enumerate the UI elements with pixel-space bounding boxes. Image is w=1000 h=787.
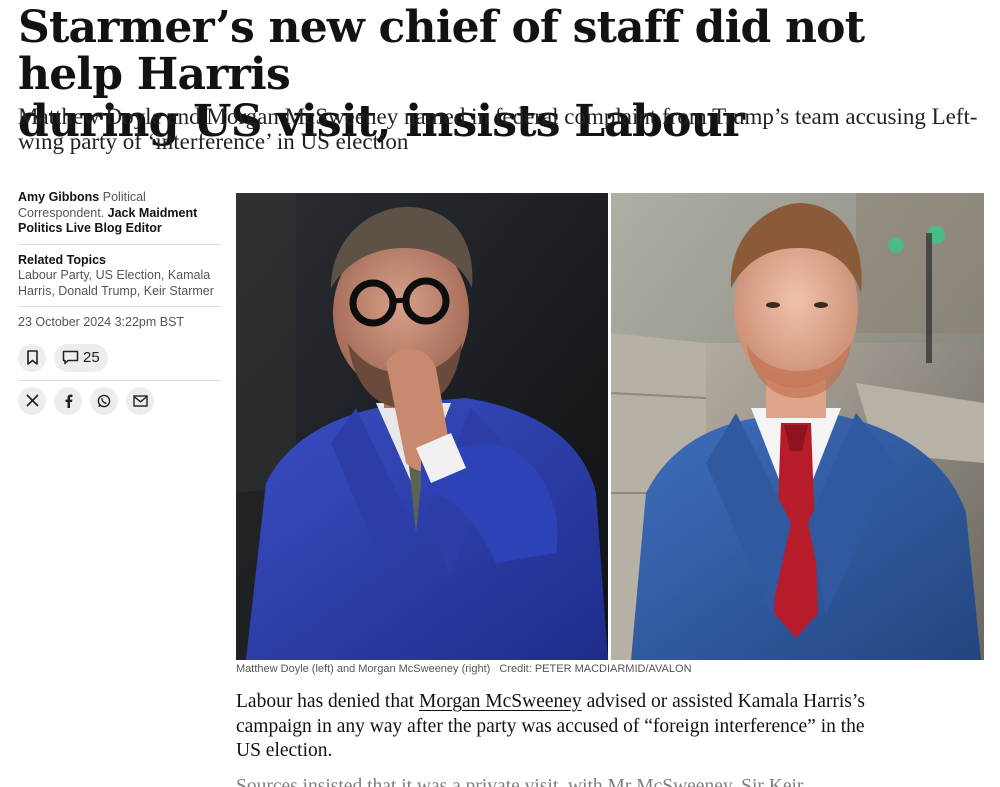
related-topics-label: Related Topics: [18, 252, 106, 267]
article-actions: 25: [18, 343, 221, 372]
image-credit: Credit: PETER MACDIARMID/AVALON: [499, 663, 692, 675]
publish-date: 23 October 2024 3:22pm BST: [18, 315, 185, 329]
comments-count: 25: [83, 348, 100, 366]
share-x-button[interactable]: [18, 386, 46, 415]
paragraph-1-start: Labour has denied that: [236, 691, 420, 712]
related-topics-list[interactable]: Labour Party, US Election, Kamala Harris…: [18, 268, 221, 299]
paragraph-2-partial: Sources insisted that it was a private v…: [236, 776, 876, 787]
comment-icon: [62, 350, 79, 365]
byline: Amy Gibbons Political Correspondent. Jac…: [18, 190, 221, 237]
email-icon: [132, 394, 148, 407]
author-link-jack-maidment[interactable]: Jack Maidment: [108, 206, 198, 220]
standfirst: Matthew Doyle and Morgan McSweeney named…: [18, 104, 978, 154]
image-caption: Matthew Doyle (left) and Morgan McSweene…: [236, 663, 984, 675]
share-facebook-button[interactable]: [54, 386, 82, 415]
divider: [18, 306, 221, 307]
comments-button[interactable]: 25: [54, 343, 108, 372]
caption-text: Matthew Doyle (left) and Morgan McSweene…: [236, 663, 491, 675]
share-bar: [18, 386, 221, 415]
standfirst-line-2: wing party of ‘interference’ in US elect…: [18, 129, 409, 154]
headline-line-1: Starmer’s new chief of staff did not hel…: [18, 2, 865, 100]
lead-image: [236, 193, 984, 660]
morgan-mcsweeney-link[interactable]: Morgan McSweeney: [419, 691, 582, 712]
divider: [18, 337, 221, 338]
share-whatsapp-button[interactable]: [90, 386, 118, 415]
author-link-amy-gibbons[interactable]: Amy Gibbons: [18, 190, 99, 204]
paragraph-2-text: Sources insisted that it was a private v…: [236, 776, 804, 787]
author-role-2: Politics Live Blog Editor: [18, 221, 162, 235]
bookmark-button[interactable]: [18, 343, 46, 372]
facebook-icon: [65, 394, 72, 408]
divider: [18, 379, 221, 381]
share-email-button[interactable]: [126, 386, 154, 415]
divider: [18, 243, 221, 245]
lead-photo: [236, 193, 984, 660]
whatsapp-icon: [97, 394, 111, 407]
standfirst-line-1: Matthew Doyle and Morgan McSweeney named…: [18, 104, 978, 129]
article-meta: Amy Gibbons Political Correspondent. Jac…: [18, 190, 221, 415]
bookmark-icon: [26, 350, 38, 365]
article-body: Labour has denied that Morgan McSweeney …: [236, 690, 876, 764]
x-icon: [25, 394, 39, 407]
